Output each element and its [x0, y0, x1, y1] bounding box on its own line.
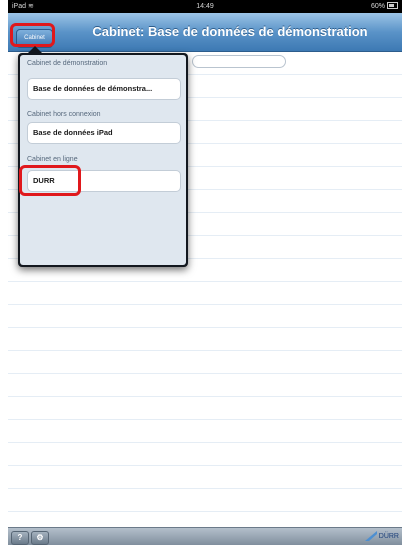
- cabinet-item-demo-database[interactable]: Base de données de démonstra...: [27, 78, 181, 100]
- cabinet-item-ipad-database[interactable]: Base de données iPad: [27, 122, 181, 144]
- durr-logo: DÜRR: [364, 530, 399, 544]
- logo-text: DÜRR: [378, 533, 399, 540]
- search-field[interactable]: [192, 55, 286, 68]
- help-button[interactable]: ?: [11, 531, 29, 545]
- highlight-cabinet-button: [10, 23, 55, 47]
- section-header-offline: Cabinet hors connexion: [27, 111, 101, 118]
- battery-percent: 60%: [370, 3, 385, 10]
- ipad-screen: iPad ≋ 14:49 60% Cabinet Cabinet: Base de…: [8, 0, 402, 545]
- gear-icon: ⚙: [36, 533, 44, 542]
- battery-icon: [387, 2, 398, 9]
- section-header-online: Cabinet en ligne: [27, 156, 78, 163]
- navigation-bar: Cabinet Cabinet: Base de données de démo…: [8, 13, 402, 52]
- status-time: 14:49: [196, 3, 214, 10]
- status-bar: iPad ≋ 14:49 60%: [8, 0, 402, 13]
- cabinet-popover: Cabinet de démonstration Base de données…: [18, 46, 188, 267]
- durr-logo-icon: [364, 531, 377, 542]
- page-title: Cabinet: Base de données de démonstratio…: [92, 24, 368, 39]
- popover-arrow: [28, 46, 42, 53]
- highlight-durr-item: [19, 165, 81, 196]
- settings-button[interactable]: ⚙: [31, 531, 49, 545]
- popover-content: Cabinet de démonstration Base de données…: [20, 55, 186, 265]
- help-button-label: ?: [17, 533, 23, 542]
- bottom-toolbar: ? ⚙ DÜRR: [8, 527, 402, 545]
- section-header-demo: Cabinet de démonstration: [27, 60, 108, 67]
